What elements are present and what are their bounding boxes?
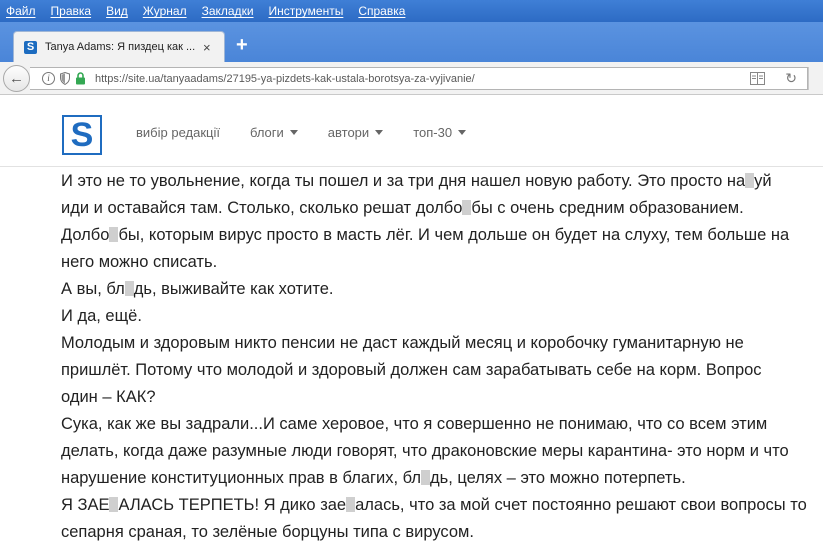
article-line: А вы, бл дь, выживайте как хотите. xyxy=(61,276,821,303)
menu-item[interactable]: Журнал xyxy=(143,4,187,18)
article-text: пришлёт. Потому что молодой и здоровый д… xyxy=(61,361,762,379)
site-logo-letter: S xyxy=(70,116,94,154)
menu-item[interactable]: Правка xyxy=(51,4,92,18)
censor-block xyxy=(346,497,356,512)
site-nav-label: вибір редакції xyxy=(136,125,220,140)
article-line: делать, когда даже разумные люди говорят… xyxy=(61,438,821,465)
article-text: сепарня сраная, то зелёные борцуны типа … xyxy=(61,523,474,541)
article-text: Долбо xyxy=(61,226,110,244)
article-text: А вы, бл xyxy=(61,280,125,298)
article-line: него можно списать. xyxy=(61,249,821,276)
url-text[interactable]: https://site.ua/tanyaadams/27195-ya-pizd… xyxy=(95,73,475,85)
article-line: И это не то увольнение, когда ты пошел и… xyxy=(61,168,821,195)
article-line: пришлёт. Потому что молодой и здоровый д… xyxy=(61,357,821,384)
censor-block xyxy=(124,281,134,296)
article-text: нарушение конституционных прав в благих,… xyxy=(61,469,421,487)
censor-block xyxy=(745,173,755,188)
article-text: него можно списать. xyxy=(61,253,218,271)
menu-item[interactable]: Закладки xyxy=(202,4,254,18)
article-text: один – КАК? xyxy=(61,388,156,406)
article-text: Сука, как же вы задрали...И саме херовое… xyxy=(61,415,768,433)
menu-item[interactable]: Вид xyxy=(106,4,128,18)
article-line: сепарня сраная, то зелёные борцуны типа … xyxy=(61,519,821,546)
chevron-down-icon xyxy=(458,130,467,135)
article-text: Молодым и здоровым никто пенсии не даст … xyxy=(61,334,744,352)
article-text: бы с очень средним образованием. xyxy=(471,199,744,217)
article-line: иди и оставайся там. Столько, сколько ре… xyxy=(61,195,821,222)
reader-view-icon[interactable] xyxy=(750,72,765,85)
site-nav-item[interactable]: топ-30 xyxy=(413,125,467,140)
url-bar[interactable]: i https://site.ua/tanyaadams/27195-ya-pi… xyxy=(30,67,808,90)
site-nav-item[interactable]: автори xyxy=(327,125,384,140)
article-line: И да, ещё. xyxy=(61,303,821,330)
tab-close-icon[interactable]: × xyxy=(203,40,211,55)
article-text: делать, когда даже разумные люди говорят… xyxy=(61,442,789,460)
tab-title: Tanya Adams: Я пиздец как ... xyxy=(45,41,195,53)
article-text: иди и оставайся там. Столько, сколько ре… xyxy=(61,199,463,217)
shield-icon[interactable] xyxy=(60,72,70,85)
article-line: Долбо бы, которым вирус просто в масть лё… xyxy=(61,222,821,249)
site-nav-label: блоги xyxy=(249,125,284,140)
article-line: Молодым и здоровым никто пенсии не даст … xyxy=(61,330,821,357)
article-text: дь, выживайте как хотите. xyxy=(133,280,334,298)
article-body: И это не то увольнение, когда ты пошел и… xyxy=(61,168,821,546)
article-line: Я ЗАЕ АЛАСЬ ТЕРПЕТЬ! Я дико зае алась, что… xyxy=(61,492,821,519)
new-tab-button[interactable]: + xyxy=(236,35,248,55)
article-text: АЛАСЬ ТЕРПЕТЬ! Я дико зае xyxy=(118,496,347,514)
site-logo[interactable]: S xyxy=(62,115,102,155)
menu-item[interactable]: Инструменты xyxy=(269,4,344,18)
article-text: дь, целях – это можно потерпеть. xyxy=(430,469,686,487)
article-text: уй xyxy=(754,172,772,190)
toolbar-overflow[interactable] xyxy=(808,67,823,90)
site-nav-label: топ-30 xyxy=(413,125,453,140)
site-nav-item[interactable]: вибір редакції xyxy=(136,125,220,140)
site-nav: вибір редакції блоги автори топ-30 xyxy=(136,125,496,140)
article-line: нарушение конституционных прав в благих,… xyxy=(61,465,821,492)
site-nav-label: автори xyxy=(327,125,370,140)
article-text: алась, что за мой счет постоянно решают … xyxy=(355,496,807,514)
navigation-bar: i https://site.ua/tanyaadams/27195-ya-pi… xyxy=(0,62,823,95)
article-line: один – КАК? xyxy=(61,384,821,411)
article-line: Сука, как же вы задрали...И саме херовое… xyxy=(61,411,821,438)
site-favicon-icon: S xyxy=(24,40,37,54)
article-text: И это не то увольнение, когда ты пошел и… xyxy=(61,172,746,190)
site-nav-item[interactable]: блоги xyxy=(250,125,298,140)
censor-block xyxy=(421,470,430,485)
lock-icon[interactable] xyxy=(75,72,86,85)
chevron-down-icon xyxy=(289,130,298,135)
article-text: И да, ещё. xyxy=(61,307,142,325)
info-icon[interactable]: i xyxy=(42,72,55,85)
back-button[interactable]: ← xyxy=(3,65,30,92)
menu-bar: Файл Правка Вид Журнал Закладки Инструменты Сп… xyxy=(0,0,823,22)
tab-strip: S Tanya Adams: Я пиздец как ... × + xyxy=(0,22,823,62)
article-text: Я ЗАЕ xyxy=(61,496,110,514)
browser-tab[interactable]: S Tanya Adams: Я пиздец как ... × xyxy=(13,31,225,62)
menu-item[interactable]: Файл xyxy=(6,4,36,18)
back-arrow-icon: ← xyxy=(9,70,24,87)
article-text: бы, которым вирус просто в масть лёг. И … xyxy=(118,226,790,244)
menu-item[interactable]: Справка xyxy=(358,4,405,18)
site-header: S вибір редакції блоги автори топ-30 xyxy=(0,95,823,167)
reload-icon[interactable]: ↻ xyxy=(785,70,797,87)
chevron-down-icon xyxy=(375,130,384,135)
